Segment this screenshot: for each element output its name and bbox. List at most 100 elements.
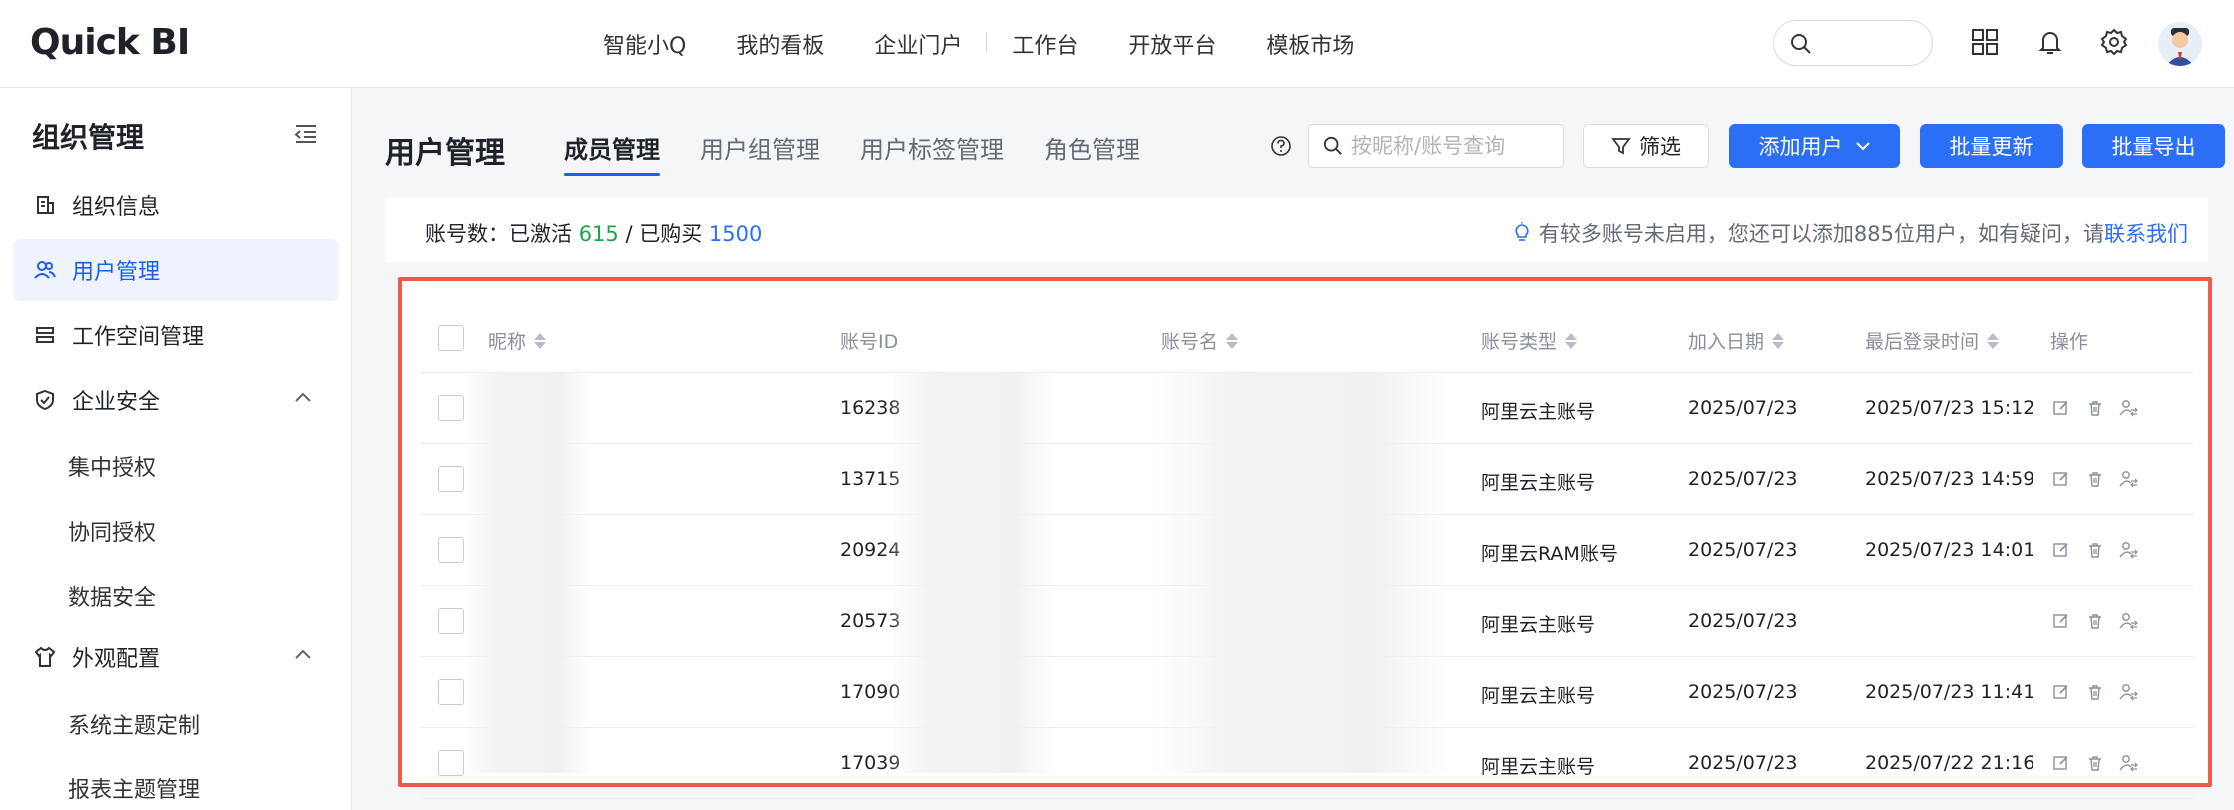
delete-icon[interactable] bbox=[2084, 610, 2106, 632]
contact-us-link[interactable]: 联系我们 bbox=[2104, 218, 2188, 248]
row-checkbox[interactable] bbox=[438, 608, 464, 634]
chevron-up-icon[interactable] bbox=[294, 391, 312, 403]
chevron-up-icon[interactable] bbox=[294, 648, 312, 660]
batch-update-button[interactable]: 批量更新 bbox=[1920, 124, 2063, 168]
purchased-label: / 已购买 bbox=[625, 222, 703, 246]
account-type-cell: 阿里云主账号 bbox=[1481, 756, 1596, 778]
redacted-account-name-area bbox=[1150, 373, 1450, 773]
tab-role-management[interactable]: 角色管理 bbox=[1044, 130, 1140, 178]
column-header-account-type[interactable]: 账号类型 bbox=[1481, 327, 1578, 354]
edit-icon[interactable] bbox=[2050, 752, 2072, 774]
global-search-input[interactable] bbox=[1773, 20, 1933, 66]
sidebar-item-label: 工作空间管理 bbox=[72, 325, 205, 350]
delete-icon[interactable] bbox=[2084, 397, 2106, 419]
sidebar-item-data-security[interactable]: 数据安全 bbox=[68, 580, 156, 612]
transfer-user-icon[interactable] bbox=[2118, 752, 2140, 774]
filter-icon bbox=[1611, 138, 1631, 155]
column-header-label: 操作 bbox=[2050, 331, 2089, 353]
sidebar-item-label: 外观配置 bbox=[72, 647, 161, 672]
delete-icon[interactable] bbox=[2084, 681, 2106, 703]
row-checkbox[interactable] bbox=[438, 395, 464, 421]
sort-icon[interactable] bbox=[534, 332, 547, 349]
edit-icon[interactable] bbox=[2050, 610, 2072, 632]
last-login-cell: 2025/07/23 15:12:4 bbox=[1865, 397, 2033, 419]
nav-item-template-market[interactable]: 模板市场 bbox=[1241, 28, 1379, 60]
row-actions bbox=[2050, 681, 2152, 703]
edit-icon[interactable] bbox=[2050, 539, 2072, 561]
nav-item-smart-q[interactable]: 智能小Q bbox=[578, 28, 711, 60]
user-avatar[interactable] bbox=[2158, 22, 2202, 66]
nav-item-enterprise-portal[interactable]: 企业门户 bbox=[849, 28, 988, 60]
add-user-button[interactable]: 添加用户 bbox=[1729, 124, 1900, 168]
redacted-account-id-area bbox=[887, 373, 1057, 773]
column-header-account-name[interactable]: 账号名 bbox=[1161, 327, 1239, 354]
transfer-user-icon[interactable] bbox=[2118, 539, 2140, 561]
sort-icon[interactable] bbox=[1565, 332, 1578, 349]
sidebar: 组织管理 组织信息 用户管理 工作空间管理 企业安全 集中授权 协同授权 数据安… bbox=[0, 88, 352, 810]
sidebar-item-user-management[interactable]: 用户管理 bbox=[14, 239, 338, 301]
sidebar-item-org-info[interactable]: 组织信息 bbox=[14, 174, 338, 236]
member-search-input[interactable] bbox=[1351, 134, 1551, 158]
delete-icon[interactable] bbox=[2084, 752, 2106, 774]
edit-icon[interactable] bbox=[2050, 681, 2072, 703]
row-checkbox[interactable] bbox=[438, 466, 464, 492]
shirt-icon bbox=[32, 644, 58, 670]
collapse-menu-icon[interactable] bbox=[292, 120, 320, 148]
delete-icon[interactable] bbox=[2084, 539, 2106, 561]
sidebar-item-appearance-config[interactable]: 外观配置 bbox=[14, 626, 338, 688]
transfer-user-icon[interactable] bbox=[2118, 610, 2140, 632]
workspace-icon bbox=[32, 322, 58, 348]
row-actions bbox=[2050, 752, 2152, 774]
sidebar-item-system-theme[interactable]: 系统主题定制 bbox=[68, 708, 200, 740]
batch-export-button[interactable]: 批量导出 bbox=[2082, 124, 2225, 168]
column-header-label: 账号ID bbox=[840, 331, 899, 353]
row-checkbox[interactable] bbox=[438, 679, 464, 705]
row-checkbox[interactable] bbox=[438, 750, 464, 776]
building-icon bbox=[32, 192, 58, 218]
select-all-checkbox[interactable] bbox=[438, 325, 464, 351]
sidebar-item-enterprise-security[interactable]: 企业安全 bbox=[14, 369, 338, 431]
transfer-user-icon[interactable] bbox=[2118, 468, 2140, 490]
edit-icon[interactable] bbox=[2050, 397, 2072, 419]
column-header-join-date[interactable]: 加入日期 bbox=[1688, 327, 1785, 354]
tab-member-management[interactable]: 成员管理 bbox=[564, 130, 660, 178]
transfer-user-icon[interactable] bbox=[2118, 397, 2140, 419]
tab-user-group-management[interactable]: 用户组管理 bbox=[700, 130, 820, 178]
sidebar-item-report-theme[interactable]: 报表主题管理 bbox=[68, 772, 200, 804]
last-login-cell: 2025/07/23 11:41:1 bbox=[1865, 681, 2033, 703]
users-icon bbox=[32, 257, 58, 283]
tab-bar: 成员管理 用户组管理 用户标签管理 角色管理 bbox=[564, 130, 1180, 178]
gear-icon[interactable] bbox=[2096, 24, 2132, 60]
row-checkbox[interactable] bbox=[438, 537, 464, 563]
column-header-label: 账号名 bbox=[1161, 331, 1219, 353]
bell-icon[interactable] bbox=[2032, 24, 2068, 60]
nav-item-workbench[interactable]: 工作台 bbox=[987, 28, 1103, 60]
row-actions bbox=[2050, 397, 2152, 419]
transfer-user-icon[interactable] bbox=[2118, 681, 2140, 703]
nav-item-my-dashboard[interactable]: 我的看板 bbox=[711, 28, 849, 60]
nav-item-open-platform[interactable]: 开放平台 bbox=[1103, 28, 1241, 60]
chevron-down-icon bbox=[1855, 142, 1870, 151]
sort-icon[interactable] bbox=[1772, 332, 1785, 349]
sort-icon[interactable] bbox=[1987, 332, 2000, 349]
apps-grid-icon[interactable] bbox=[1967, 24, 2003, 60]
active-count: 615 bbox=[578, 222, 619, 246]
filter-button[interactable]: 筛选 bbox=[1583, 124, 1709, 168]
account-count: 账号数：已激活 615 / 已购买 1500 bbox=[425, 218, 762, 248]
tab-user-tag-management[interactable]: 用户标签管理 bbox=[860, 130, 1004, 178]
column-header-label: 最后登录时间 bbox=[1865, 331, 1980, 353]
edit-icon[interactable] bbox=[2050, 468, 2072, 490]
quick-bi-logo[interactable]: Quick BI bbox=[30, 22, 190, 63]
sidebar-item-central-authorization[interactable]: 集中授权 bbox=[68, 450, 156, 482]
member-search-field[interactable] bbox=[1308, 124, 1564, 168]
join-date-cell: 2025/07/23 bbox=[1688, 397, 1798, 419]
account-type-cell: 阿里云主账号 bbox=[1481, 472, 1596, 494]
help-icon[interactable] bbox=[1270, 135, 1292, 157]
sidebar-item-workspace-management[interactable]: 工作空间管理 bbox=[14, 304, 338, 366]
sort-icon[interactable] bbox=[1226, 332, 1239, 349]
sidebar-item-collaborative-authorization[interactable]: 协同授权 bbox=[68, 515, 156, 547]
column-header-last-login[interactable]: 最后登录时间 bbox=[1865, 327, 2000, 354]
row-actions bbox=[2050, 539, 2152, 561]
column-header-nickname[interactable]: 昵称 bbox=[488, 327, 547, 354]
delete-icon[interactable] bbox=[2084, 468, 2106, 490]
